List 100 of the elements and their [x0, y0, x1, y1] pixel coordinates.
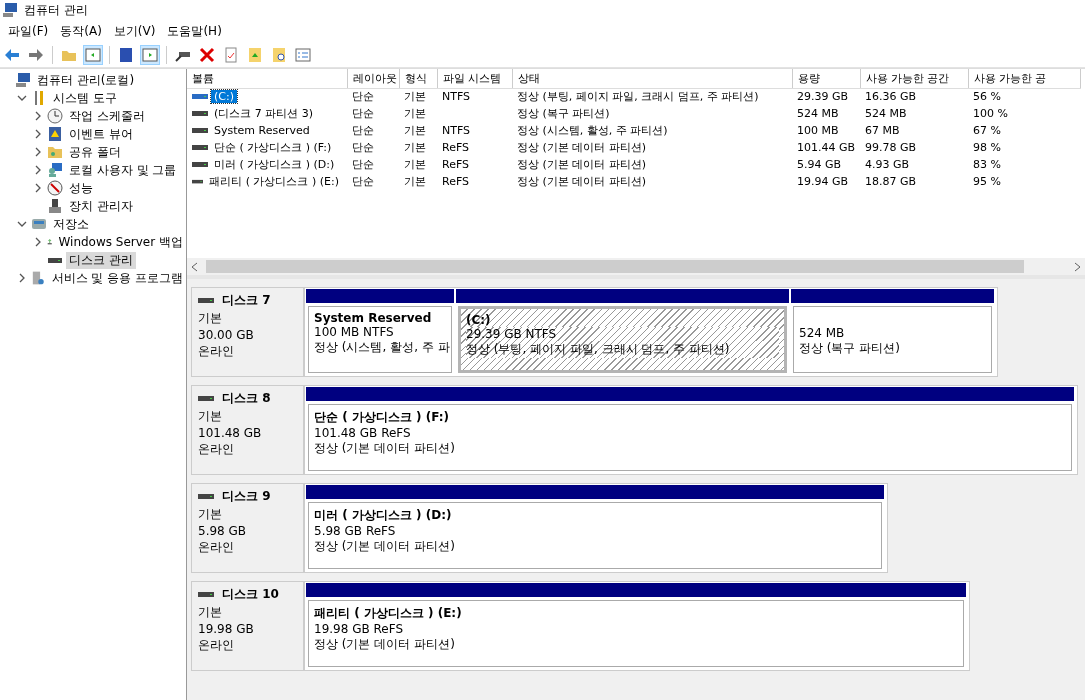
table-cell: ReFS [442, 158, 470, 171]
pane-icon [85, 46, 101, 63]
printer-icon [47, 198, 63, 214]
tree-item[interactable]: 컴퓨터 관리(로컬) [34, 71, 138, 89]
partition-block[interactable]: 패리티 ( 가상디스크 ) (E:) 19.98 GB ReFS 정상 (기본 데이터 파티션) [308, 600, 964, 667]
table-cell: 67 % [973, 124, 1001, 137]
partition-block[interactable]: System Reserved 100 MB NTFS 정상 (시스템, 활성, 주 파 [308, 306, 452, 373]
tree-item[interactable]: 로컬 사용자 및 그룹 [66, 161, 180, 179]
table-cell: NTFS [442, 90, 471, 104]
table-cell: 기본 [404, 158, 426, 171]
table-cell: 정상 (부팅, 페이지 파일, 크래시 덤프, 주 파티션) [517, 90, 759, 104]
computer-icon [15, 72, 31, 88]
disk-name: 디스크 8 [222, 390, 271, 407]
table-cell: 정상 (시스템, 활성, 주 파티션) [517, 124, 668, 137]
close-icon [199, 46, 215, 63]
menu-item[interactable]: 파일(F) [2, 22, 55, 40]
column-header[interactable]: 용량 [792, 69, 860, 88]
document-check-icon [223, 46, 239, 63]
computer-icon [2, 2, 18, 18]
column-header[interactable]: 형식 [399, 69, 437, 88]
column-header[interactable]: 파일 시스템 [437, 69, 512, 88]
table-cell: 정상 (기본 데이터 파티션) [517, 141, 647, 154]
column-header[interactable]: 사용 가능한 공간 [860, 69, 968, 88]
table-cell: NTFS [442, 124, 471, 137]
partition-block[interactable]: 단순 ( 가상디스크 ) (F:) 101.48 GB ReFS 정상 (기본 데이터 파티션) [308, 404, 1072, 471]
pane-icon [142, 46, 158, 63]
menu-item[interactable]: 도움말(H) [161, 22, 228, 40]
partition-block[interactable]: 미러 ( 가상디스크 ) (D:) 5.98 GB ReFS 정상 (기본 데이터 파티션) [308, 502, 882, 569]
drive-icon [198, 492, 214, 501]
disk-status: 온라인 [198, 441, 235, 458]
clock-icon [47, 108, 63, 124]
checklist-icon [295, 46, 311, 63]
volume-name[interactable]: 단순 ( 가상디스크 ) (F:) [211, 140, 335, 155]
table-cell: 정상 (기본 데이터 파티션) [517, 158, 647, 171]
table-cell: 단순 [352, 158, 374, 171]
disk-size: 5.98 GB [198, 524, 248, 538]
table-cell: 기본 [404, 107, 426, 120]
tree-item[interactable]: 공유 폴더 [66, 143, 124, 161]
partition-title: 패리티 ( 가상디스크 ) (E:) [314, 605, 463, 622]
table-cell: 98 % [973, 141, 1001, 154]
horizontal-scrollbar[interactable] [187, 258, 1085, 275]
log-icon [47, 126, 63, 142]
tree-item[interactable]: 디스크 관리 [66, 251, 136, 269]
table-cell: 56 % [973, 90, 1001, 104]
table-cell: 100 MB [797, 124, 839, 137]
column-header[interactable]: 사용 가능한 공 [968, 69, 1080, 88]
table-cell: 524 MB [797, 107, 839, 120]
table-cell: 정상 (복구 파티션) [517, 107, 610, 120]
gauge-icon [47, 180, 63, 196]
volume-name[interactable]: 패리티 ( 가상디스크 ) (E:) [206, 174, 342, 189]
table-cell: 5.94 GB [797, 158, 842, 171]
disk-size: 101.48 GB [198, 426, 263, 440]
search-icon [271, 46, 287, 63]
partition-title: System Reserved [314, 311, 433, 325]
volume-name[interactable]: System Reserved [211, 124, 313, 137]
partition-title: 미러 ( 가상디스크 ) (D:) [314, 507, 453, 524]
tree-item[interactable]: 이벤트 뷰어 [66, 125, 136, 143]
column-header[interactable]: 상태 [512, 69, 792, 88]
disk-type: 기본 [198, 408, 223, 425]
table-cell: 기본 [404, 90, 426, 104]
disk-status: 온라인 [198, 637, 235, 654]
column-header[interactable]: 볼륨 [187, 69, 347, 88]
volume-name[interactable]: (C:) [211, 90, 237, 104]
menu-item[interactable]: 보기(V) [107, 22, 162, 40]
drive-icon [198, 296, 214, 305]
disk-type: 기본 [198, 506, 223, 523]
drive-icon [198, 590, 214, 599]
tree-item[interactable]: 시스템 도구 [50, 89, 120, 107]
volume-name[interactable]: (디스크 7 파티션 3) [211, 106, 317, 121]
table-cell: 단순 [352, 141, 374, 154]
table-cell: 524 MB [865, 107, 907, 120]
disk-name: 디스크 7 [222, 292, 271, 309]
partition-block[interactable]: (C:) 29.39 GB NTFS 정상 (부팅, 페이지 파일, 크래시 덤프, 주 파티션) [458, 306, 787, 373]
disk-status: 온라인 [198, 539, 235, 556]
partition-status: 정상 (부팅, 페이지 파일, 크래시 덤프, 주 파티션) [466, 341, 779, 358]
column-header[interactable]: 레이아웃 [347, 69, 399, 88]
tree-item[interactable]: 저장소 [50, 215, 92, 233]
drive-icon [192, 177, 204, 186]
tree-item[interactable]: 작업 스케줄러 [66, 107, 148, 125]
tree-item[interactable]: 장치 관리자 [66, 197, 136, 215]
table-cell: 단순 [352, 175, 374, 188]
table-cell: 67 MB [865, 124, 900, 137]
table-cell: ReFS [442, 141, 470, 154]
menu-item[interactable]: 동작(A) [54, 22, 108, 40]
tree-item[interactable]: 성능 [66, 179, 96, 197]
drive-icon [192, 143, 208, 152]
table-cell: 기본 [404, 124, 426, 137]
table-cell: 29.39 GB [797, 90, 849, 104]
tree-item[interactable]: 서비스 및 응용 프로그램 [48, 269, 186, 287]
partition-block[interactable]: 524 MB 정상 (복구 파티션) [793, 306, 992, 373]
users-icon [47, 162, 63, 178]
table-cell: 정상 (기본 데이터 파티션) [517, 175, 647, 188]
disk-status: 온라인 [198, 343, 235, 360]
server-icon [31, 270, 46, 286]
disk-name: 디스크 9 [222, 488, 271, 505]
table-cell: 단순 [352, 90, 374, 104]
volume-name[interactable]: 미러 ( 가상디스크 ) (D:) [211, 157, 338, 172]
tree-item[interactable]: Windows Server 백업 [55, 233, 186, 251]
window-title: 컴퓨터 관리 [24, 1, 88, 19]
disk-type: 기본 [198, 604, 223, 621]
